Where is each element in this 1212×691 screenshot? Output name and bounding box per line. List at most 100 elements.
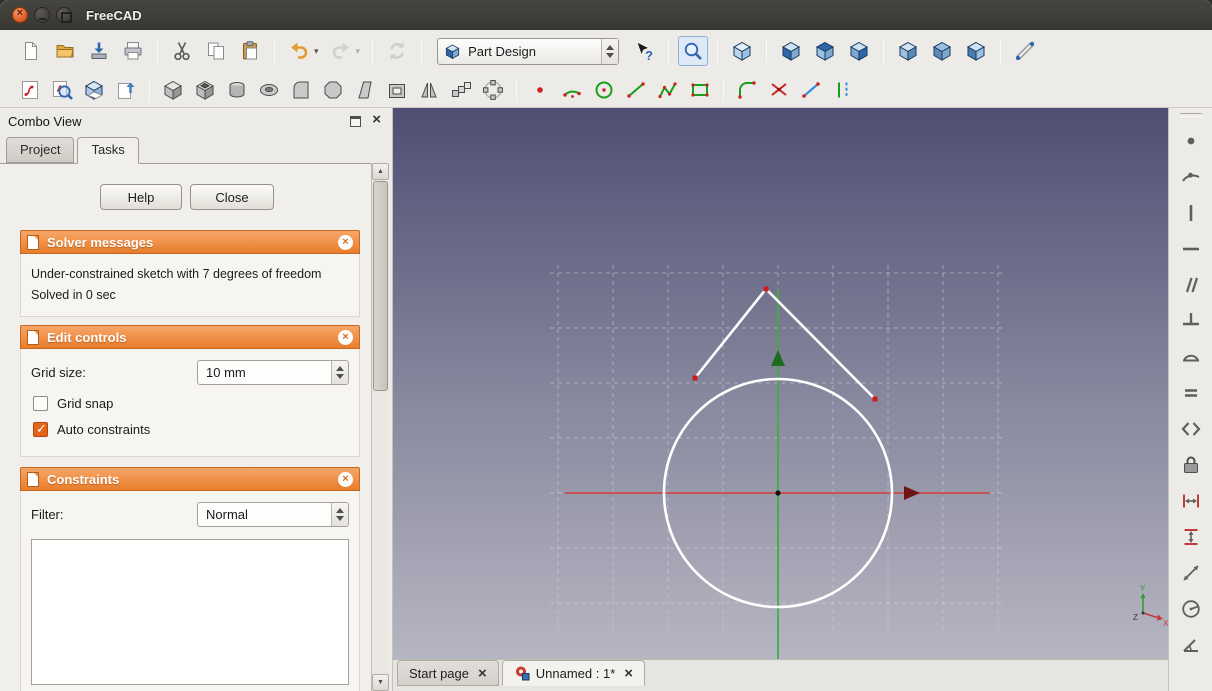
measure-distance-button[interactable] [1010,36,1040,66]
tab-start-page[interactable]: Start page × [397,660,499,686]
redo-dropdown-arrow[interactable]: ▾ [356,46,361,57]
undo-dropdown-arrow[interactable]: ▾ [314,46,319,57]
scroll-up-button[interactable]: ▲ [372,163,389,180]
constraint-point-on-object-button[interactable] [1177,163,1205,191]
pad-button[interactable] [159,76,187,104]
revolution-button[interactable] [223,76,251,104]
print-button[interactable] [118,36,148,66]
constraint-lock-button[interactable] [1177,451,1205,479]
external-geometry-button[interactable] [797,76,825,104]
tab-tasks[interactable]: Tasks [77,137,139,164]
scroll-down-button[interactable]: ▼ [372,674,389,691]
constraint-perpendicular-button[interactable] [1177,307,1205,335]
constraint-angle-button[interactable] [1177,631,1205,659]
view-bottom-button[interactable] [927,36,957,66]
workbench-selector[interactable]: Part Design [437,37,620,65]
auto-constraints-row[interactable]: Auto constraints [33,421,349,437]
polyline-tool-button[interactable] [654,76,682,104]
copy-button[interactable] [201,36,231,66]
constraint-coincident-button[interactable] [1177,127,1205,155]
view-right-button[interactable] [844,36,874,66]
constraint-horizontal-button[interactable] [1177,235,1205,263]
new-document-button[interactable] [16,36,46,66]
spinner-arrows-icon[interactable] [331,502,348,526]
view-isometric-button[interactable] [727,36,757,66]
constraint-symmetric-button[interactable] [1177,415,1205,443]
point-tool-button[interactable] [526,76,554,104]
tab-unnamed-document-close-icon[interactable]: × [624,666,633,681]
line-tool-button[interactable] [622,76,650,104]
groove-button[interactable] [255,76,283,104]
constraint-vertical-button[interactable] [1177,199,1205,227]
sketch-point-1[interactable] [763,286,769,292]
tab-unnamed-document[interactable]: Unnamed : 1* × [501,660,646,686]
sketch-map-button[interactable] [80,76,108,104]
constraint-tangent-button[interactable] [1177,343,1205,371]
tasks-scrollbar[interactable]: ▲ ▼ [371,163,389,691]
mirrored-button[interactable] [415,76,443,104]
constraints-list[interactable] [31,539,349,685]
view-front-button[interactable] [776,36,806,66]
sketch-point-2[interactable] [692,375,698,381]
edit-controls-header[interactable]: Edit controls × [20,325,360,349]
collapse-section-icon[interactable]: × [338,471,353,487]
cut-button[interactable] [167,36,197,66]
tab-project[interactable]: Project [6,137,75,163]
fit-all-button[interactable] [678,36,709,66]
scrollbar-thumb[interactable] [373,181,388,391]
constraint-vertical-distance-button[interactable] [1177,523,1205,551]
sketch-leave-button[interactable] [112,76,140,104]
constraint-distance-button[interactable] [1177,559,1205,587]
float-panel-icon[interactable] [350,116,361,127]
refresh-button[interactable] [382,36,412,66]
view-left-button[interactable] [961,36,991,66]
redo-button[interactable] [326,36,356,66]
constraint-parallel-button[interactable] [1177,271,1205,299]
solver-messages-header[interactable]: Solver messages × [20,230,360,254]
sketch-new-button[interactable] [16,76,44,104]
constraint-horizontal-distance-button[interactable] [1177,487,1205,515]
chamfer-button[interactable] [319,76,347,104]
window-minimize-button[interactable] [34,7,50,23]
grid-size-combobox[interactable]: 10 mm [197,359,349,385]
window-maximize-button[interactable] [56,7,72,23]
view-rear-button[interactable] [893,36,923,66]
arc-tool-button[interactable] [558,76,586,104]
window-close-button[interactable] [12,7,28,23]
construction-mode-button[interactable] [829,76,857,104]
thickness-button[interactable] [383,76,411,104]
constraints-header[interactable]: Constraints × [20,467,360,491]
open-folder-button[interactable] [50,36,80,66]
view-top-button[interactable] [810,36,840,66]
undo-button[interactable] [284,36,314,66]
toolbar-drag-handle[interactable] [1179,113,1202,117]
draft-button[interactable] [351,76,379,104]
constraint-filter-combobox[interactable]: Normal [197,501,349,527]
close-button[interactable]: Close [190,184,274,210]
workbench-spinner-icon[interactable] [601,38,619,64]
sketch-edit-button[interactable] [48,76,76,104]
fillet-button[interactable] [287,76,315,104]
tab-start-page-close-icon[interactable]: × [478,666,487,681]
sketch-point-3[interactable] [872,396,878,402]
close-panel-icon[interactable]: × [372,112,381,127]
pocket-button[interactable] [191,76,219,104]
collapse-section-icon[interactable]: × [338,329,353,345]
linear-pattern-button[interactable] [447,76,475,104]
grid-snap-row[interactable]: Grid snap [33,396,349,411]
whats-this-button[interactable]: ? [629,36,659,66]
collapse-section-icon[interactable]: × [338,234,353,250]
spinner-arrows-icon[interactable] [331,360,348,384]
save-button[interactable] [84,36,114,66]
3d-viewport[interactable]: YXZ [393,108,1168,659]
constraint-radius-button[interactable] [1177,595,1205,623]
rectangle-tool-button[interactable] [686,76,714,104]
help-button[interactable]: Help [100,184,182,210]
trim-tool-button[interactable] [765,76,793,104]
polar-pattern-button[interactable] [479,76,507,104]
paste-button[interactable] [235,36,265,66]
grid-snap-checkbox[interactable] [33,396,48,411]
sketch-fillet-button[interactable] [733,76,761,104]
auto-constraints-checkbox[interactable] [33,421,48,437]
constraint-equal-button[interactable] [1177,379,1205,407]
